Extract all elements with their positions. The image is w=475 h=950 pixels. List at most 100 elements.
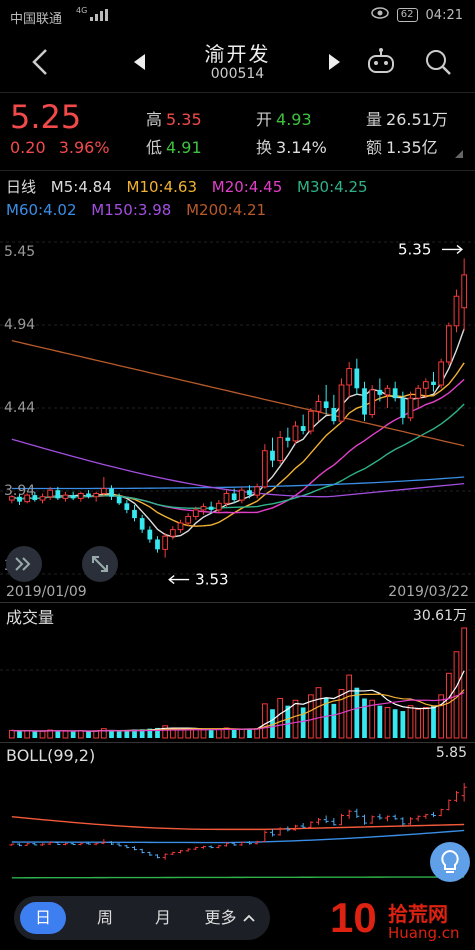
period-tab-bar: 日 周 月 更多 [14, 896, 270, 940]
lightbulb-icon [441, 849, 459, 873]
boll-lower-line [11, 876, 465, 879]
boll-chart[interactable] [0, 742, 475, 886]
candle-body [438, 361, 445, 386]
ma-legend-item: M150:3.98 [91, 201, 172, 219]
candle-body [100, 488, 107, 494]
candle-body [338, 384, 345, 422]
signal-icon [90, 9, 108, 25]
tab-month[interactable]: 月 [148, 902, 178, 934]
tab-day[interactable]: 日 [20, 902, 66, 934]
stock-code: 000514 [210, 66, 265, 82]
candle-body [431, 381, 436, 385]
next-stock-button[interactable] [324, 52, 344, 72]
volume-bar [124, 730, 130, 738]
search-icon [426, 50, 451, 75]
amount-label: 额 [366, 138, 383, 157]
volume-bar [362, 698, 367, 738]
candlestick-chart[interactable]: 5.454.944.443.943.435.353.53 [0, 228, 475, 600]
quote-panel: 5.25 0.20 3.96% 高 5.35 低 4.91 开 4.93 换 3.14%… [0, 92, 475, 170]
volume-bar [55, 730, 61, 738]
candle-body [362, 388, 367, 415]
robot-icon [368, 48, 394, 73]
volume-bar [346, 674, 353, 739]
volume-bar [116, 731, 122, 738]
candle-body [247, 490, 252, 496]
candle-body [285, 437, 291, 441]
candle-body [62, 494, 69, 499]
watermark-logo: 10 拾荒网 Huang.cn [330, 894, 470, 946]
ma-legend-item: M200:4.21 [186, 201, 267, 219]
volume-bar [461, 627, 468, 739]
candle-body [400, 398, 406, 418]
ma-legend-item: M10:4.63 [126, 178, 197, 196]
volume-chart[interactable] [0, 602, 475, 740]
search-button[interactable] [422, 46, 454, 78]
expand-corner-icon[interactable] [455, 150, 463, 158]
candle-body [124, 503, 130, 510]
candle-body [415, 387, 422, 399]
current-price: 5.25 [10, 98, 82, 136]
volume-bar [231, 729, 237, 738]
max-price-annotation: 5.35 [398, 240, 431, 258]
candle-body [200, 506, 207, 511]
volume-bar [24, 730, 31, 739]
ma20-line [11, 378, 465, 514]
y-tick-label: 3.94 [4, 483, 35, 499]
low-value: 4.91 [166, 138, 202, 157]
candle-body [223, 492, 230, 504]
volume-bar [177, 728, 184, 739]
volume-bar [215, 728, 222, 739]
candle-body [139, 518, 145, 530]
candle-body [307, 410, 314, 432]
collapse-button[interactable] [6, 546, 42, 582]
candle-body [238, 489, 245, 501]
volume-bar [77, 730, 84, 739]
candle-body [453, 295, 460, 327]
candle-body [261, 450, 268, 488]
ma-legend-item: M30:4.25 [297, 178, 368, 196]
low-cell: 低 4.91 [146, 134, 202, 158]
period-label[interactable]: 日线 [6, 178, 36, 196]
candle-body [155, 539, 160, 550]
clock: 04:21 [425, 7, 463, 23]
y-tick-label: 4.44 [4, 400, 35, 416]
candle-body [331, 408, 337, 422]
candle-body [369, 389, 376, 416]
volume-label: 量 [366, 110, 383, 129]
date-start: 2019/01/09 [6, 584, 87, 600]
battery-indicator: 62 [396, 8, 418, 22]
candle-body [270, 450, 275, 461]
volume-bar [415, 708, 422, 739]
volume-bar [17, 731, 22, 738]
candle-body [392, 388, 398, 399]
date-end: 2019/03/22 [388, 584, 469, 600]
tab-more[interactable]: 更多 [200, 902, 260, 934]
volume-bar [261, 703, 268, 739]
volume-bar [8, 729, 15, 739]
ma-legend-item: M20:4.45 [211, 178, 283, 196]
open-cell: 开 4.93 [256, 106, 312, 130]
candle-body [192, 509, 199, 517]
stock-header: 渝开发 000514 [0, 32, 475, 92]
assistant-button[interactable] [365, 46, 397, 78]
tab-week[interactable]: 周 [90, 902, 120, 934]
tips-button[interactable] [430, 842, 470, 882]
watermark-title: 拾荒网 [388, 902, 448, 926]
ma5-line [11, 328, 465, 538]
candle-body [109, 488, 114, 497]
candle-body [354, 368, 360, 389]
chevron-up-icon [242, 914, 255, 922]
candle-body [323, 401, 329, 408]
candle-body [39, 496, 46, 501]
candle-body [315, 400, 322, 412]
turnover-label: 换 [256, 138, 273, 157]
volume-bar [109, 730, 114, 738]
triangle-right-icon [329, 54, 340, 70]
candle-body [445, 325, 452, 363]
fullscreen-button[interactable] [82, 546, 118, 582]
volume-cell: 量 26.51万 [366, 106, 448, 130]
watermark-number: 10 [330, 894, 377, 941]
carrier-name: 中国联通 [10, 12, 63, 27]
volume-bar [377, 705, 383, 738]
candle-body [384, 387, 391, 396]
